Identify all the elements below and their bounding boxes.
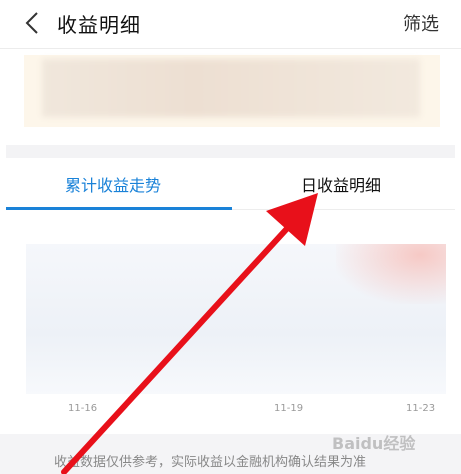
tab-daily-detail[interactable]: 日收益明细 bbox=[301, 172, 381, 196]
page: 收益明细 筛选 累计收益走势 日收益明细 11-16 11-19 11-23 收… bbox=[0, 0, 461, 474]
watermark: Baidu经验 bbox=[332, 434, 416, 453]
tab-bar: 累计收益走势 日收益明细 bbox=[0, 158, 461, 210]
back-button[interactable] bbox=[14, 6, 50, 40]
chevron-left-icon bbox=[25, 12, 38, 34]
summary-card bbox=[24, 55, 440, 127]
summary-blurred-content bbox=[42, 59, 420, 117]
tab-cumulative-trend[interactable]: 累计收益走势 bbox=[65, 172, 161, 196]
header-divider bbox=[0, 48, 461, 49]
section-gap bbox=[6, 145, 455, 158]
x-axis-label: 11-16 bbox=[68, 403, 98, 414]
x-axis-label: 11-19 bbox=[274, 403, 304, 414]
earnings-chart bbox=[26, 244, 446, 394]
chart-blurred-highlight bbox=[336, 244, 446, 304]
active-tab-indicator bbox=[6, 207, 232, 210]
page-title: 收益明细 bbox=[57, 13, 141, 37]
x-axis-label: 11-23 bbox=[406, 403, 436, 414]
disclaimer-text: 收益数据仅供参考，实际收益以金融机构确认结果为准 bbox=[54, 455, 367, 470]
header: 收益明细 筛选 bbox=[0, 0, 461, 48]
filter-button[interactable]: 筛选 bbox=[403, 10, 439, 36]
